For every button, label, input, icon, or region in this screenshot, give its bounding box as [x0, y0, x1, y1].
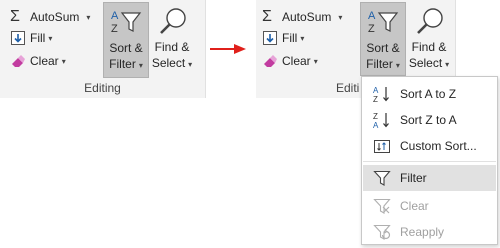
autosum-button[interactable]: Σ AutoSum ▾ [10, 7, 90, 27]
editing-group-before: Σ AutoSum ▾ Fill ▾ Clear ▾ A Z Sort & Fi… [0, 0, 206, 98]
filter-icon [373, 169, 391, 187]
chevron-down-icon: ▾ [188, 60, 193, 69]
chevron-down-icon: ▾ [338, 12, 343, 22]
sort-filter-label-line1: Sort & [109, 41, 143, 55]
menu-item-label: Filter [400, 171, 427, 185]
find-select-label-line2: Select [151, 56, 186, 70]
chevron-down-icon: ▾ [313, 56, 318, 66]
menu-item-label: Reapply [400, 225, 445, 239]
find-select-label-line2-wrap: Select ▾ [406, 56, 452, 72]
svg-text:Z: Z [111, 23, 118, 35]
svg-text:A: A [368, 10, 376, 22]
menu-item-sort-z-to-a[interactable]: Z A Sort Z to A [363, 107, 496, 133]
svg-text:Z: Z [373, 95, 378, 103]
right-arrow-icon [210, 44, 246, 54]
clear-label: Clear [282, 54, 311, 68]
sort-descending-icon: Z A [373, 111, 391, 130]
sort-ascending-icon: A Z [373, 85, 391, 104]
chevron-down-icon: ▾ [86, 12, 91, 22]
chevron-down-icon: ▾ [300, 33, 305, 43]
menu-item-sort-a-to-z[interactable]: A Z Sort A to Z [363, 81, 496, 107]
menu-item-filter[interactable]: Filter [363, 165, 496, 191]
clear-filter-icon [373, 197, 391, 215]
find-select-button[interactable]: Find & Select ▾ [406, 2, 452, 78]
chevron-down-icon: ▾ [138, 61, 143, 70]
fill-button[interactable]: Fill ▾ [10, 28, 52, 48]
menu-item-clear[interactable]: Clear [363, 193, 496, 219]
sort-filter-label-line2: Filter [366, 57, 393, 71]
svg-text:A: A [373, 121, 379, 129]
eraser-icon [262, 53, 278, 69]
menu-item-label: Sort Z to A [400, 113, 457, 127]
magnifier-icon [157, 6, 189, 39]
autosum-button[interactable]: Σ AutoSum ▾ [262, 7, 342, 27]
sort-filter-icon: A Z [110, 7, 144, 40]
sort-filter-label-line2-wrap: Filter ▾ [104, 57, 148, 73]
fill-label: Fill [282, 31, 298, 45]
find-select-label-line2: Select [408, 56, 443, 70]
sort-filter-menu: A Z Sort A to Z Z A Sort Z to A Custom S… [361, 76, 498, 245]
svg-text:Z: Z [368, 23, 375, 35]
fill-down-icon [262, 30, 278, 46]
svg-text:A: A [373, 86, 379, 95]
group-label: Editing [84, 81, 121, 95]
fill-button[interactable]: Fill ▾ [262, 28, 304, 48]
fill-label: Fill [30, 31, 46, 45]
clear-label: Clear [30, 54, 59, 68]
chevron-down-icon: ▾ [61, 56, 66, 66]
svg-text:Z: Z [373, 112, 378, 121]
sort-filter-label-line2-wrap: Filter ▾ [361, 57, 405, 73]
fill-down-icon [10, 30, 26, 46]
autosum-label: AutoSum [282, 10, 332, 24]
menu-item-label: Custom Sort... [400, 139, 477, 153]
chevron-down-icon: ▾ [395, 61, 400, 70]
sort-filter-icon: A Z [367, 7, 401, 40]
magnifier-icon [414, 6, 446, 39]
eraser-icon [10, 53, 26, 69]
clear-button[interactable]: Clear ▾ [10, 51, 66, 71]
sort-filter-button[interactable]: A Z Sort & Filter ▾ [103, 2, 149, 78]
reapply-icon [373, 223, 391, 241]
svg-text:A: A [111, 10, 119, 22]
sigma-icon: Σ [10, 8, 20, 25]
sigma-icon: Σ [262, 8, 272, 25]
chevron-down-icon: ▾ [48, 33, 53, 43]
find-select-label-line1: Find & [154, 40, 190, 54]
menu-item-custom-sort[interactable]: Custom Sort... [363, 133, 496, 159]
custom-sort-icon [373, 137, 391, 155]
menu-separator [363, 161, 496, 162]
menu-item-reapply[interactable]: Reapply [363, 219, 496, 245]
find-select-label-line2-wrap: Select ▾ [149, 56, 195, 72]
sort-filter-button[interactable]: A Z Sort & Filter ▾ [360, 2, 406, 76]
menu-item-label: Clear [400, 199, 429, 213]
clear-button[interactable]: Clear ▾ [262, 51, 318, 71]
autosum-label: AutoSum [30, 10, 80, 24]
menu-item-label: Sort A to Z [400, 87, 457, 101]
sort-filter-label-line1: Sort & [366, 41, 400, 55]
find-select-label-line1: Find & [411, 40, 447, 54]
find-select-button[interactable]: Find & Select ▾ [149, 2, 195, 78]
chevron-down-icon: ▾ [445, 60, 450, 69]
sort-filter-label-line2: Filter [109, 57, 136, 71]
